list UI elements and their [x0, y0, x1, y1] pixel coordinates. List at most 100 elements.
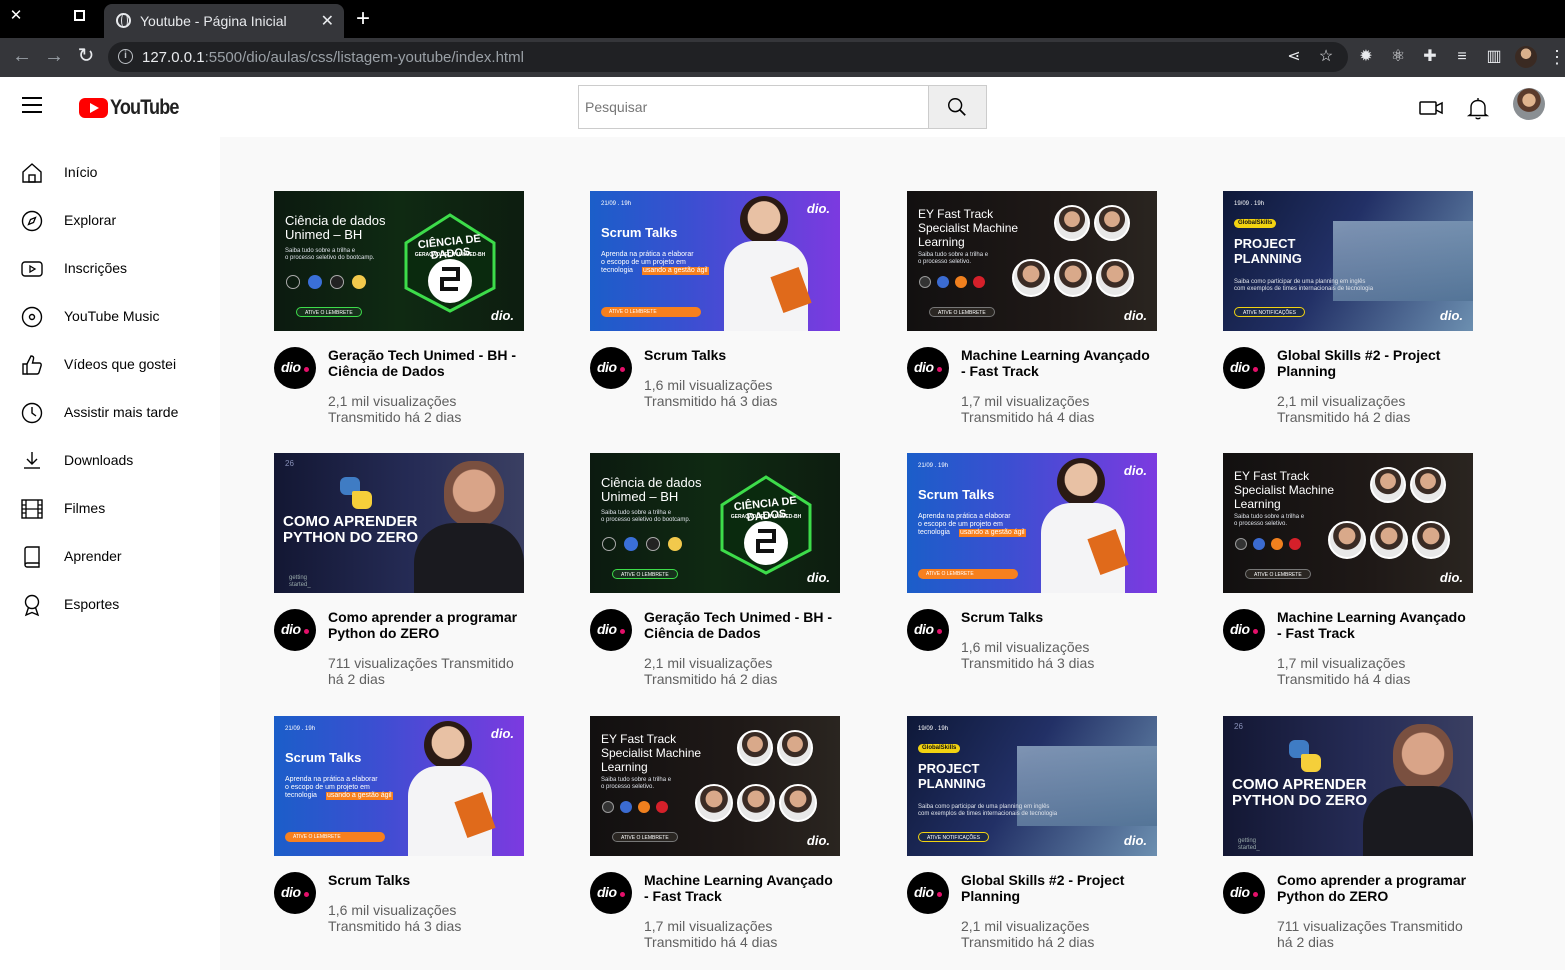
- channel-avatar[interactable]: [274, 347, 316, 389]
- browser-tab[interactable]: Youtube - Página Inicial ✕: [104, 4, 344, 38]
- thumb-episode-number: 26: [1234, 722, 1243, 731]
- video-card[interactable]: 19/09 . 19h GlobalSkills PROJECT PLANNIN…: [1223, 191, 1473, 441]
- video-title[interactable]: Scrum Talks: [644, 347, 840, 363]
- channel-avatar[interactable]: [1223, 347, 1265, 389]
- video-title[interactable]: Geração Tech Unimed - BH - Ciência de Da…: [644, 609, 840, 641]
- video-title[interactable]: Machine Learning Avançado - Fast Track: [961, 347, 1157, 379]
- video-thumbnail[interactable]: 19/09 . 19h GlobalSkills PROJECT PLANNIN…: [907, 716, 1157, 856]
- thumb-brand-logo: dio.: [1123, 308, 1147, 323]
- bookmark-star-icon[interactable]: ☆: [1316, 47, 1336, 67]
- video-title[interactable]: Como aprender a programar Python do ZERO: [1277, 872, 1473, 904]
- youtube-logo[interactable]: YouTube: [79, 96, 190, 120]
- extension-atom-icon[interactable]: ⚛: [1388, 47, 1408, 67]
- sidebar-item-assistir-mais-tarde[interactable]: Assistir mais tarde: [0, 392, 220, 432]
- video-thumbnail[interactable]: 21/09 . 19h Scrum Talks Aprenda na práti…: [590, 191, 840, 331]
- video-thumbnail[interactable]: 21/09 . 19h Scrum Talks Aprenda na práti…: [907, 453, 1157, 593]
- channel-avatar[interactable]: [1223, 872, 1265, 914]
- search-input[interactable]: [578, 85, 929, 129]
- video-card[interactable]: Ciência de dados Unimed – BH Saiba tudo …: [590, 453, 840, 703]
- window-close-icon[interactable]: ✕: [8, 8, 24, 24]
- video-card[interactable]: 26 COMO APRENDER PYTHON DO ZERO getting …: [1223, 716, 1473, 966]
- video-card[interactable]: 19/09 . 19h GlobalSkills PROJECT PLANNIN…: [907, 716, 1157, 966]
- video-thumbnail[interactable]: 21/09 . 19h Scrum Talks Aprenda na práti…: [274, 716, 524, 856]
- thumb-brand-logo: dio.: [806, 833, 830, 848]
- sidebar-item-inicio[interactable]: Início: [0, 152, 220, 192]
- video-thumbnail[interactable]: 19/09 . 19h GlobalSkills PROJECT PLANNIN…: [1223, 191, 1473, 331]
- sidebar-item-label: Explorar: [64, 212, 117, 228]
- reload-icon[interactable]: ↻: [74, 44, 98, 68]
- video-title[interactable]: Global Skills #2 - Project Planning: [1277, 347, 1473, 379]
- sidebar-item-esportes[interactable]: Esportes: [0, 584, 220, 624]
- address-bar[interactable]: i 127.0.0.1:5500/dio/aulas/css/listagem-…: [108, 42, 1348, 72]
- video-thumbnail[interactable]: EY Fast Track Specialist Machine Learnin…: [907, 191, 1157, 331]
- window-maximize-icon[interactable]: [74, 10, 85, 21]
- video-views: 711 visualizações: [328, 655, 438, 671]
- extension-gear-icon[interactable]: ✹: [1356, 47, 1376, 67]
- video-views: 2,1 mil visualizações: [328, 393, 457, 409]
- video-card[interactable]: 21/09 . 19h Scrum Talks Aprenda na práti…: [274, 716, 524, 966]
- sidebar-item-label: YouTube Music: [64, 308, 160, 324]
- channel-avatar[interactable]: [907, 609, 949, 651]
- channel-avatar[interactable]: [274, 609, 316, 651]
- sidebar: Início Explorar Inscrições YouTube Music…: [0, 137, 220, 970]
- video-thumbnail[interactable]: EY Fast Track Specialist Machine Learnin…: [1223, 453, 1473, 593]
- channel-avatar[interactable]: [590, 347, 632, 389]
- presenter-body: [1363, 786, 1473, 856]
- thumb-title: PROJECT PLANNING: [918, 761, 986, 791]
- video-meta: 711 visualizações Transmitido há 2 dias: [1277, 918, 1473, 950]
- video-title[interactable]: Como aprender a programar Python do ZERO: [328, 609, 524, 641]
- video-thumbnail[interactable]: 26 COMO APRENDER PYTHON DO ZERO getting …: [1223, 716, 1473, 856]
- hamburger-menu-icon[interactable]: [22, 97, 42, 113]
- channel-avatar[interactable]: [907, 872, 949, 914]
- video-title[interactable]: Global Skills #2 - Project Planning: [961, 872, 1157, 904]
- video-card[interactable]: EY Fast Track Specialist Machine Learnin…: [907, 191, 1157, 441]
- python-logo-icon: [1253, 538, 1265, 550]
- video-card[interactable]: Ciência de dados Unimed – BH Saiba tudo …: [274, 191, 524, 441]
- video-card[interactable]: 21/09 . 19h Scrum Talks Aprenda na práti…: [907, 453, 1157, 703]
- video-streamed-ago: Transmitido há 4 dias: [1277, 671, 1411, 687]
- video-title[interactable]: Geração Tech Unimed - BH - Ciência de Da…: [328, 347, 524, 379]
- media-queue-icon[interactable]: ≡: [1452, 47, 1472, 67]
- new-tab-icon[interactable]: +: [356, 6, 370, 32]
- channel-avatar[interactable]: [907, 347, 949, 389]
- video-card[interactable]: 26 COMO APRENDER PYTHON DO ZERO getting …: [274, 453, 524, 703]
- side-panel-icon[interactable]: ▥: [1484, 47, 1504, 67]
- channel-avatar[interactable]: [274, 872, 316, 914]
- channel-avatar[interactable]: [1223, 609, 1265, 651]
- tab-close-icon[interactable]: ✕: [321, 11, 334, 31]
- user-avatar[interactable]: [1513, 88, 1545, 120]
- site-info-icon[interactable]: i: [118, 49, 133, 64]
- channel-avatar[interactable]: [590, 609, 632, 651]
- browser-menu-icon[interactable]: ⋮: [1548, 46, 1565, 68]
- video-thumbnail[interactable]: EY Fast Track Specialist Machine Learnin…: [590, 716, 840, 856]
- sidebar-item-explorar[interactable]: Explorar: [0, 200, 220, 240]
- video-card[interactable]: 21/09 . 19h Scrum Talks Aprenda na práti…: [590, 191, 840, 441]
- browser-profile-avatar[interactable]: [1515, 46, 1537, 68]
- thumb-date: 19/09 . 19h: [918, 726, 949, 732]
- video-title[interactable]: Machine Learning Avançado - Fast Track: [1277, 609, 1473, 641]
- video-card[interactable]: EY Fast Track Specialist Machine Learnin…: [1223, 453, 1473, 703]
- sidebar-item-downloads[interactable]: Downloads: [0, 440, 220, 480]
- forward-arrow-icon[interactable]: →: [42, 44, 66, 68]
- sidebar-item-inscricoes[interactable]: Inscrições: [0, 248, 220, 288]
- sidebar-item-aprender[interactable]: Aprender: [0, 536, 220, 576]
- video-title[interactable]: Scrum Talks: [961, 609, 1157, 625]
- video-card[interactable]: EY Fast Track Specialist Machine Learnin…: [590, 716, 840, 966]
- video-title[interactable]: Scrum Talks: [328, 872, 524, 888]
- sidebar-item-filmes[interactable]: Filmes: [0, 488, 220, 528]
- back-arrow-icon[interactable]: ←: [10, 44, 34, 68]
- search-button[interactable]: [928, 85, 987, 129]
- sidebar-item-videos-que-gostei[interactable]: Vídeos que gostei: [0, 344, 220, 384]
- create-video-icon[interactable]: [1418, 95, 1444, 121]
- video-thumbnail[interactable]: 26 COMO APRENDER PYTHON DO ZERO getting …: [274, 453, 524, 593]
- extensions-puzzle-icon[interactable]: ✚: [1420, 47, 1440, 67]
- share-icon[interactable]: ⋖: [1284, 47, 1304, 67]
- notifications-bell-icon[interactable]: [1465, 95, 1491, 121]
- sidebar-item-youtube-music[interactable]: YouTube Music: [0, 296, 220, 336]
- video-title[interactable]: Machine Learning Avançado - Fast Track: [644, 872, 840, 904]
- video-thumbnail[interactable]: Ciência de dados Unimed – BH Saiba tudo …: [590, 453, 840, 593]
- thumb-episode-number: 26: [285, 459, 294, 468]
- video-thumbnail[interactable]: Ciência de dados Unimed – BH Saiba tudo …: [274, 191, 524, 331]
- channel-avatar[interactable]: [590, 872, 632, 914]
- sidebar-item-label: Assistir mais tarde: [64, 404, 179, 420]
